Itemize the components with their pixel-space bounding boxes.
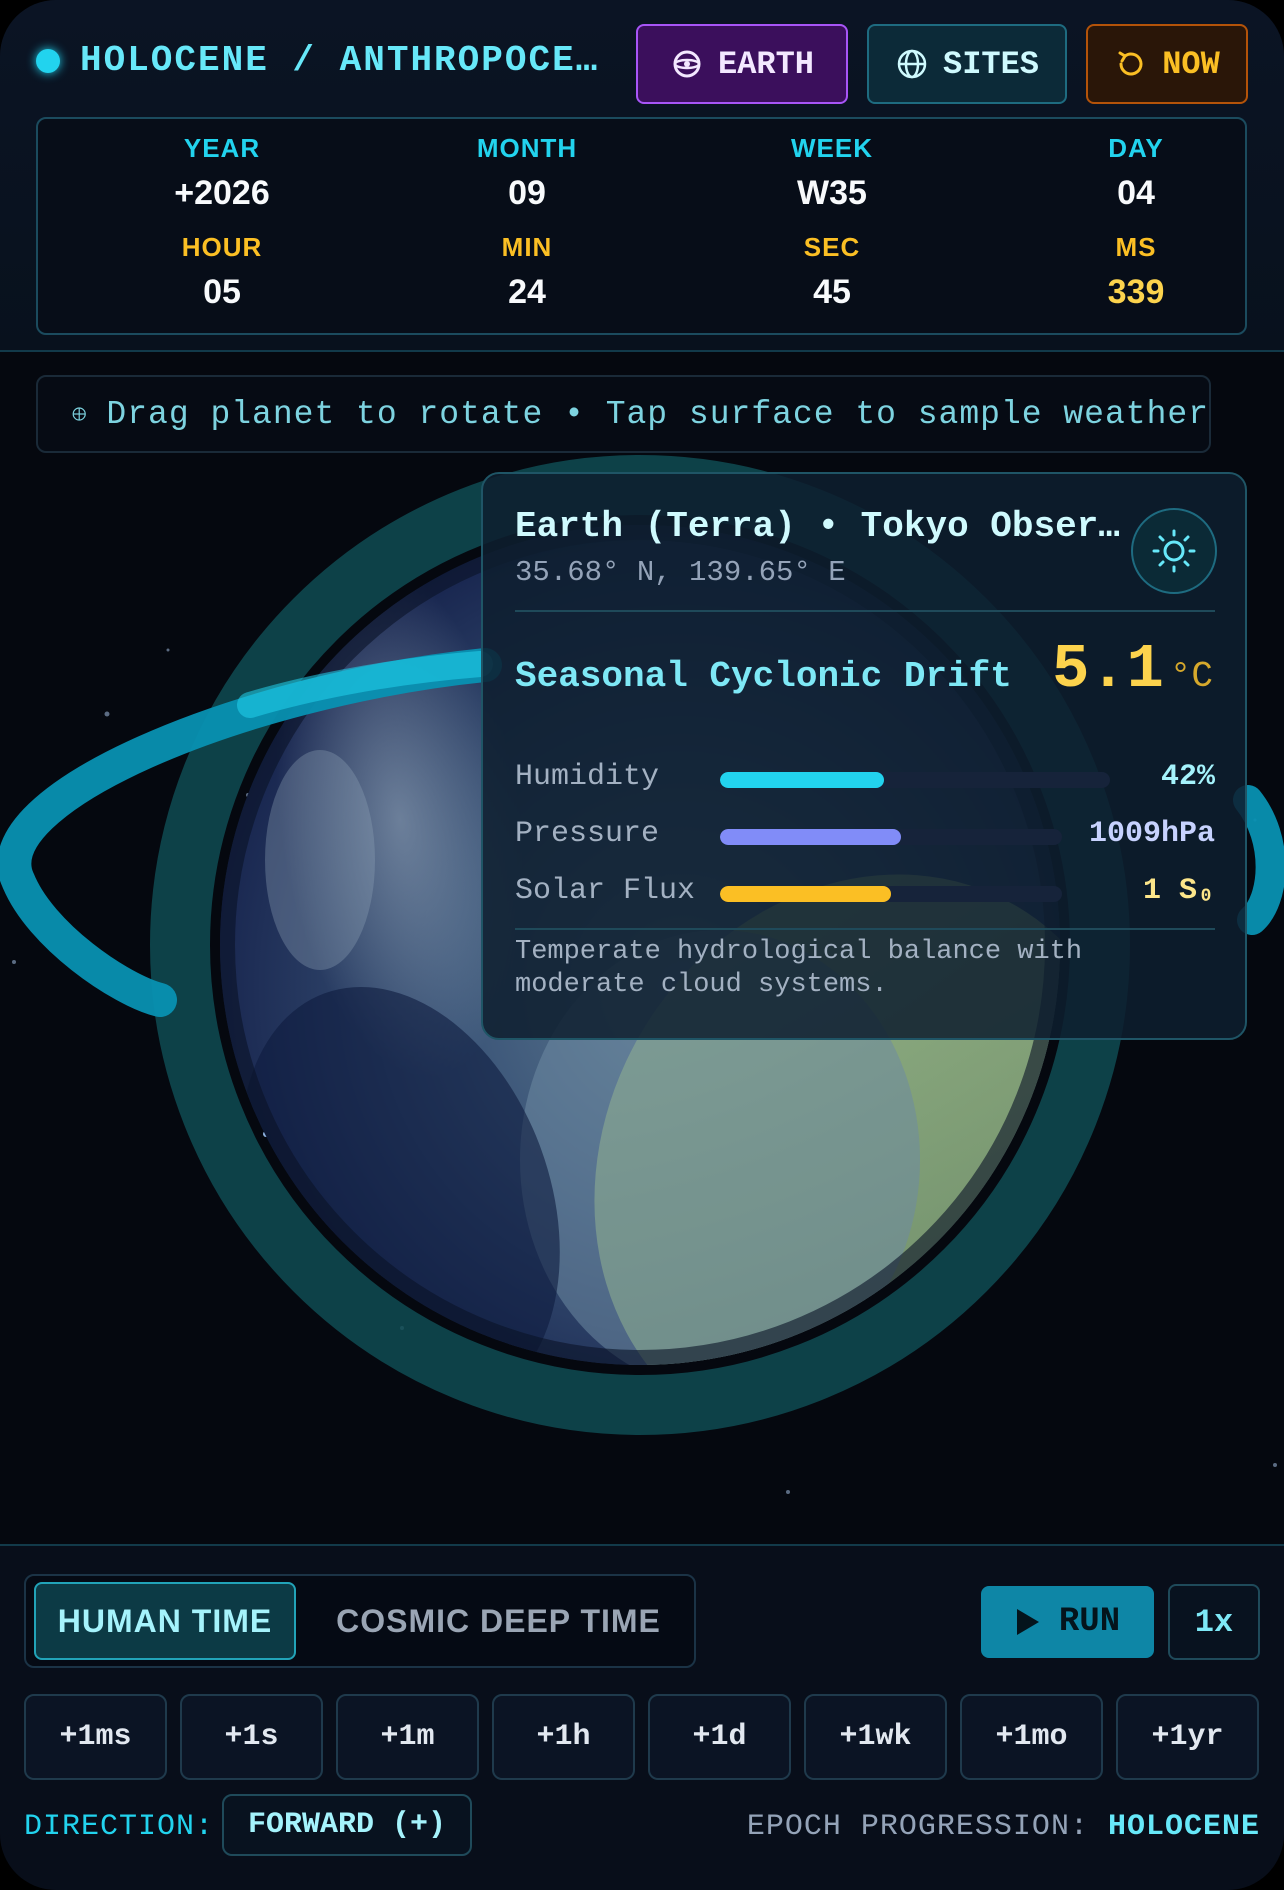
step-button-1ms[interactable]: +1ms [24, 1694, 167, 1780]
sec-label: SEC [803, 232, 861, 262]
year-value: +2026 [174, 174, 270, 212]
metric-label: Pressure [515, 817, 660, 851]
step-button-1d[interactable]: +1d [648, 1694, 791, 1780]
metric-bar-fill [720, 886, 891, 902]
earth-button-label: EARTH [717, 45, 814, 83]
step-button-1s[interactable]: +1s [180, 1694, 323, 1780]
sec-value: 45 [813, 273, 851, 311]
ms-value: 339 [1107, 273, 1165, 311]
metric-label: Humidity [515, 760, 660, 794]
step-button-1mo[interactable]: +1mo [960, 1694, 1103, 1780]
weather-condition: Seasonal Cyclonic Drift [515, 656, 1012, 697]
sec-cell: SEC 45 [682, 232, 982, 312]
earth-button[interactable]: EARTH [636, 24, 848, 104]
interaction-hint: Drag planet to rotate • Tap surface to s… [36, 375, 1211, 453]
weather-mode-button[interactable] [1131, 508, 1217, 594]
hint-text: Drag planet to rotate • Tap surface to s… [106, 395, 1209, 433]
time-control-panel: HUMAN TIME COSMIC DEEP TIME RUN 1x +1ms … [0, 1544, 1284, 1890]
play-icon [1016, 1609, 1039, 1635]
tab-human-time[interactable]: HUMAN TIME [34, 1582, 296, 1660]
metric-solar-flux: Solar Flux 1 S₀ [515, 874, 1215, 914]
hour-cell: HOUR 05 [72, 232, 372, 312]
hour-label: HOUR [181, 232, 263, 262]
step-button-1yr[interactable]: +1yr [1116, 1694, 1259, 1780]
min-value: 24 [508, 273, 546, 311]
card-divider [515, 928, 1215, 930]
day-label: DAY [1108, 133, 1164, 163]
temperature: 5.1 °C [1052, 634, 1213, 705]
app-frame: HOLOCENE / ANTHROPOCE… EARTH SITES NOW Y… [0, 0, 1284, 1890]
card-divider [515, 610, 1215, 612]
metric-bar [720, 772, 1110, 788]
direction-label: DIRECTION: [24, 1810, 215, 1844]
month-value: 09 [508, 174, 546, 212]
location-coords: 35.68° N, 139.65° E [515, 556, 846, 589]
run-button[interactable]: RUN [981, 1586, 1154, 1658]
status-dot [36, 48, 60, 73]
sites-button-label: SITES [942, 45, 1039, 83]
min-label: MIN [501, 232, 553, 262]
hour-value: 05 [203, 273, 241, 311]
time-step-buttons: +1ms +1s +1m +1h +1d +1wk +1mo +1yr [24, 1694, 1260, 1782]
metric-pressure: Pressure 1009hPa [515, 817, 1215, 857]
metric-label: Solar Flux [515, 874, 696, 908]
tab-cosmic-deep-time[interactable]: COSMIC DEEP TIME [311, 1582, 686, 1660]
weather-card: Earth (Terra) • Tokyo Obser… 35.68° N, 1… [481, 472, 1247, 1040]
reset-icon [1118, 51, 1143, 76]
day-value: 04 [1117, 174, 1155, 212]
month-label: MONTH [476, 133, 578, 163]
header: HOLOCENE / ANTHROPOCE… EARTH SITES NOW Y… [0, 0, 1284, 352]
era-title: HOLOCENE / ANTHROPOCE… [80, 40, 600, 81]
metric-value: 42% [1160, 760, 1215, 794]
epoch-value: HOLOCENE [1107, 1810, 1260, 1844]
direction-toggle[interactable]: FORWARD (+) [222, 1794, 472, 1856]
run-button-label: RUN [1058, 1603, 1121, 1641]
week-label: WEEK [791, 133, 873, 163]
metric-bar [720, 886, 1062, 902]
week-cell: WEEK W35 [682, 133, 982, 213]
now-button[interactable]: NOW [1086, 24, 1248, 104]
step-button-1m[interactable]: +1m [336, 1694, 479, 1780]
epoch-progression: EPOCH PROGRESSION: HOLOCENE [747, 1810, 1260, 1844]
metric-value: 1009hPa [1088, 817, 1215, 851]
sites-button[interactable]: SITES [867, 24, 1067, 104]
step-button-1h[interactable]: +1h [492, 1694, 635, 1780]
location-title: Earth (Terra) • Tokyo Obser… [515, 506, 1120, 547]
min-cell: MIN 24 [377, 232, 677, 312]
sun-icon [1152, 529, 1196, 573]
crosshair-icon [72, 407, 86, 421]
time-mode-switch: HUMAN TIME COSMIC DEEP TIME [24, 1574, 696, 1668]
era-indicator: HOLOCENE / ANTHROPOCE… [36, 40, 599, 81]
planet-icon [673, 50, 701, 78]
day-cell: DAY 04 [986, 133, 1284, 213]
ms-cell: MS 339 [986, 232, 1284, 312]
metric-value: 1 S₀ [1142, 874, 1215, 908]
metric-humidity: Humidity 42% [515, 760, 1215, 800]
speed-button[interactable]: 1x [1168, 1584, 1260, 1660]
step-button-1wk[interactable]: +1wk [804, 1694, 947, 1780]
year-label: YEAR [183, 133, 261, 163]
ms-label: MS [1115, 232, 1157, 262]
month-cell: MONTH 09 [377, 133, 677, 213]
metric-bar-fill [720, 829, 902, 845]
globe-icon [897, 49, 927, 79]
weather-description: Temperate hydrological balance with mode… [515, 937, 1083, 1000]
temperature-value: 5.1 [1052, 634, 1164, 705]
metric-bar-fill [720, 772, 884, 788]
time-display: YEAR +2026 MONTH 09 WEEK W35 DAY 04 HOUR 05 M… [36, 117, 1247, 335]
metric-bar [720, 829, 1062, 845]
year-cell: YEAR +2026 [72, 133, 372, 213]
week-value: W35 [797, 174, 867, 212]
epoch-label: EPOCH PROGRESSION: [746, 1810, 1089, 1844]
temperature-unit: °C [1169, 656, 1213, 697]
now-button-label: NOW [1162, 45, 1220, 83]
